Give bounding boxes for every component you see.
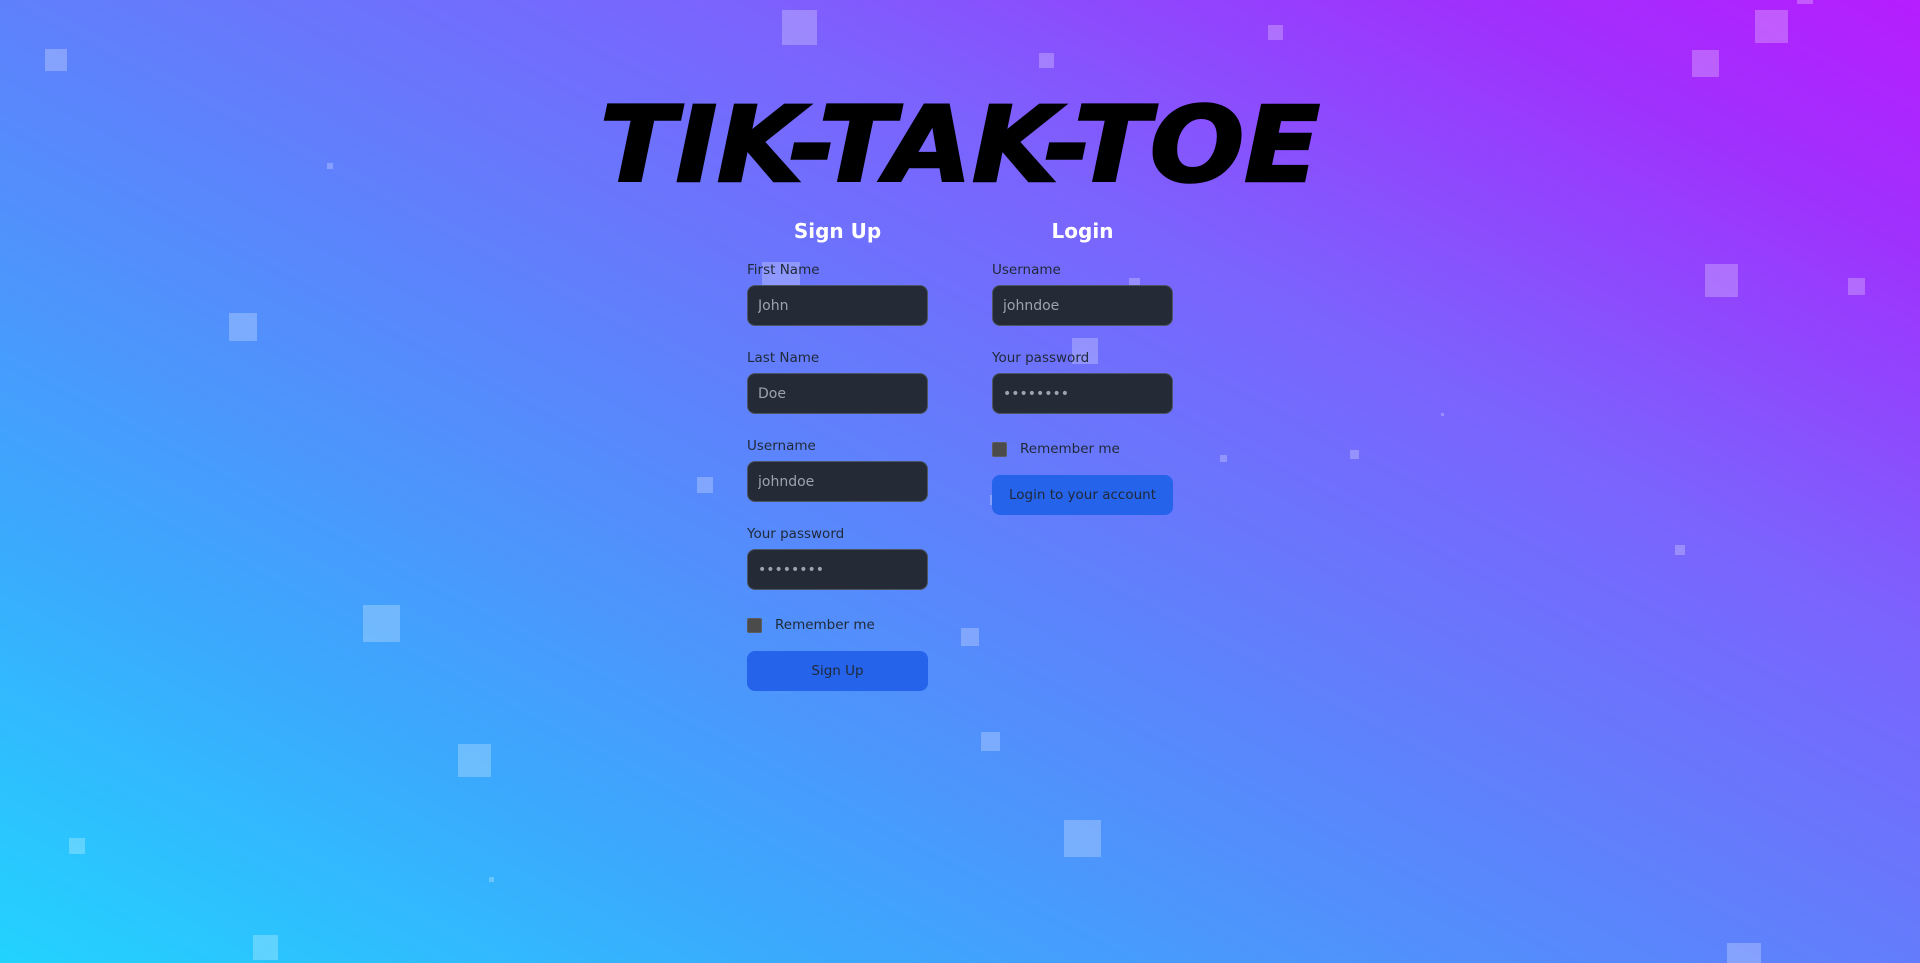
background-square [45,49,67,71]
background-square [697,477,713,493]
background-square [229,313,257,341]
background-square [1220,455,1227,462]
signup-form: Sign Up First Name Last Name Username Yo… [747,216,928,691]
login-title: Login [1051,219,1114,243]
signup-remember-checkbox[interactable] [747,617,762,633]
last-name-field-group: Last Name [747,350,928,414]
signup-username-field-group: Username [747,438,928,502]
login-username-input[interactable] [992,285,1173,326]
background-square [1705,264,1738,297]
background-square [1848,278,1865,295]
login-button[interactable]: Login to your account [992,475,1173,515]
background-square [1797,0,1813,4]
background-square [961,628,979,646]
login-form: Login Username Your password Remember me… [992,216,1173,515]
login-username-label: Username [992,262,1061,278]
signup-password-label: Your password [747,526,845,542]
signup-remember-row: Remember me [747,616,928,634]
first-name-input[interactable] [747,285,928,326]
signup-button[interactable]: Sign Up [747,651,928,691]
first-name-label: First Name [747,262,820,278]
background-square [458,744,491,777]
login-password-label: Your password [992,350,1090,366]
background-square [1350,450,1359,459]
signup-username-label: Username [747,438,816,454]
login-remember-checkbox[interactable] [992,441,1007,457]
background-square [1675,545,1685,555]
background-square [69,838,85,854]
last-name-label: Last Name [747,350,820,366]
signup-title: Sign Up [793,219,882,243]
signup-remember-label[interactable]: Remember me [775,617,875,633]
signup-password-field-group: Your password [747,526,928,590]
signup-username-input[interactable] [747,461,928,502]
background-square [1727,943,1761,963]
signup-password-input[interactable] [747,549,928,590]
background-square [981,732,1000,751]
last-name-input[interactable] [747,373,928,414]
login-remember-row: Remember me [992,440,1173,458]
background-square [253,935,278,960]
background-square [327,163,333,169]
background-square [1692,50,1719,77]
login-username-field-group: Username [992,262,1173,326]
background-square [782,10,817,45]
background-square [1039,53,1054,68]
background-square [1755,10,1788,43]
login-password-input[interactable] [992,373,1173,414]
background-square [489,877,494,882]
background-square [363,605,400,642]
login-password-field-group: Your password [992,350,1173,414]
game-logo: TIK-TAK-TOE [595,83,1325,208]
first-name-field-group: First Name [747,262,928,326]
logo-wordmark: TIK-TAK-TOE [600,96,1320,192]
login-remember-label[interactable]: Remember me [1020,441,1120,457]
background-square [1441,413,1444,416]
background-square [1268,25,1283,40]
background-square [1064,820,1101,857]
